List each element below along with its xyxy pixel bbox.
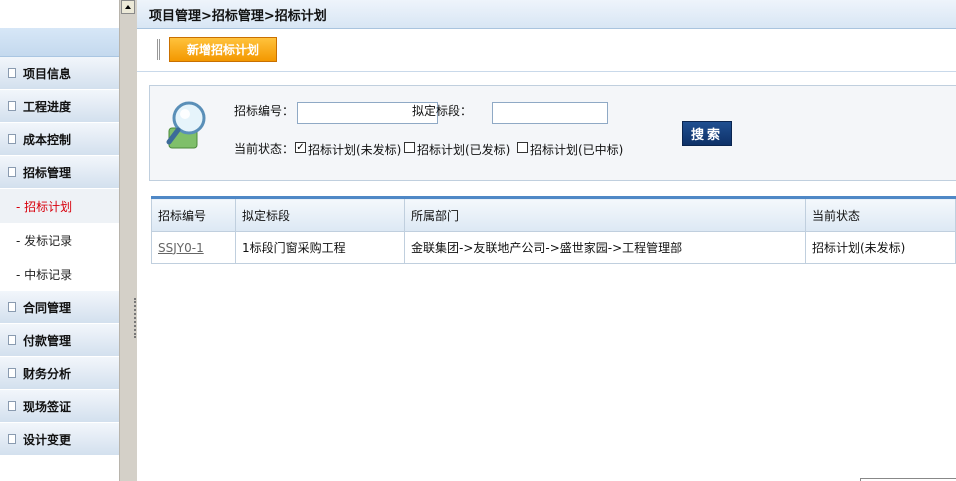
sidebar-top-space	[0, 0, 119, 28]
breadcrumb: 项目管理>招标管理>招标计划	[137, 0, 956, 29]
column-header-department[interactable]: 所属部门	[404, 196, 806, 232]
document-icon	[8, 134, 16, 144]
frame-scrollbar[interactable]	[119, 0, 137, 481]
document-icon	[8, 335, 16, 345]
status-checkbox-released[interactable]	[404, 142, 415, 153]
cell-status: 招标计划(未发标)	[805, 231, 956, 264]
section-label: 拟定标段：	[412, 104, 473, 118]
status-label: 当前状态：	[234, 142, 295, 156]
sidebar-item-label: 付款管理	[23, 333, 72, 348]
table-row: SSJY0-1 1标段门窗采购工程 金联集团->友联地产公司->盛世家园->工程…	[151, 231, 956, 264]
magnifier-icon	[166, 101, 206, 149]
sidebar-item-label: 现场签证	[23, 399, 72, 414]
tender-plan-table: 招标编号 拟定标段 所属部门 当前状态 SSJY0-1 1标段门窗采购工程 金联…	[151, 196, 956, 264]
sidebar-item-contract[interactable]: 合同管理	[0, 291, 119, 324]
table-header-row: 招标编号 拟定标段 所属部门 当前状态	[151, 196, 956, 232]
sidebar-item-cost[interactable]: 成本控制	[0, 123, 119, 156]
document-icon	[8, 434, 16, 444]
cell-code: SSJY0-1	[151, 231, 236, 264]
sidebar-item-label: 成本控制	[23, 132, 72, 147]
sidebar-item-design-change[interactable]: 设计变更	[0, 423, 119, 456]
sidebar-item-finance[interactable]: 财务分析	[0, 357, 119, 390]
sidebar-item-tender[interactable]: 招标管理	[0, 156, 119, 189]
sidebar-item-label: 招标管理	[23, 165, 72, 180]
column-header-status[interactable]: 当前状态	[805, 196, 956, 232]
sidebar-item-label: 设计变更	[23, 432, 72, 447]
sidebar-item-progress[interactable]: 工程进度	[0, 90, 119, 123]
search-button[interactable]: 搜索	[682, 121, 732, 146]
main-content: 项目管理>招标管理>招标计划 新增招标计划 招标编号： 拟定标段： 当前状态： …	[137, 0, 956, 481]
status-option-label: 招标计划(已发标)	[417, 143, 511, 157]
scroll-up-button[interactable]	[121, 0, 135, 14]
status-checkbox-unreleased[interactable]: ✓	[295, 142, 306, 153]
status-option-label: 招标计划(已中标)	[530, 143, 624, 157]
sidebar-item-project-info[interactable]: 项目信息	[0, 57, 119, 90]
sidebar-item-label: 工程进度	[23, 99, 72, 114]
cell-section: 1标段门窗采购工程	[235, 231, 405, 264]
sidebar-item-payment[interactable]: 付款管理	[0, 324, 119, 357]
document-icon	[8, 401, 16, 411]
document-icon	[8, 68, 16, 78]
sidebar-subitem-label: - 发标记录	[16, 233, 73, 248]
sidebar-subitem-label: - 中标记录	[16, 267, 73, 282]
sidebar: 项目信息 工程进度 成本控制 招标管理 - 招标计划 - 发标记录 - 中标记录…	[0, 0, 119, 481]
sidebar-subitem-tender-win[interactable]: - 中标记录	[0, 257, 119, 291]
tender-code-label: 招标编号：	[234, 104, 295, 118]
sidebar-subitem-tender-plan[interactable]: - 招标计划	[0, 189, 119, 223]
sidebar-subitem-tender-release[interactable]: - 发标记录	[0, 223, 119, 257]
document-icon	[8, 302, 16, 312]
status-option-label: 招标计划(未发标)	[308, 143, 402, 157]
search-panel: 招标编号： 拟定标段： 当前状态： ✓ 招标计划(未发标) 招标计划(已发标) …	[149, 85, 956, 181]
document-icon	[8, 368, 16, 378]
toolbar: 新增招标计划	[137, 29, 956, 72]
document-icon	[8, 101, 16, 111]
sidebar-header-band	[0, 28, 119, 57]
sidebar-item-site-visa[interactable]: 现场签证	[0, 390, 119, 423]
cell-department: 金联集团->友联地产公司->盛世家园->工程管理部	[404, 231, 806, 264]
document-icon	[8, 167, 16, 177]
tender-code-link[interactable]: SSJY0-1	[158, 241, 204, 255]
sidebar-item-label: 财务分析	[23, 366, 72, 381]
section-input[interactable]	[492, 102, 608, 124]
sidebar-item-label: 项目信息	[23, 66, 72, 81]
column-header-section[interactable]: 拟定标段	[235, 196, 405, 232]
sidebar-subitem-label: - 招标计划	[16, 199, 73, 214]
status-checkbox-awarded[interactable]	[517, 142, 528, 153]
add-tender-plan-button[interactable]: 新增招标计划	[169, 37, 277, 62]
toolbar-separator	[157, 39, 160, 60]
sidebar-item-label: 合同管理	[23, 300, 72, 315]
column-header-code[interactable]: 招标编号	[151, 196, 236, 232]
